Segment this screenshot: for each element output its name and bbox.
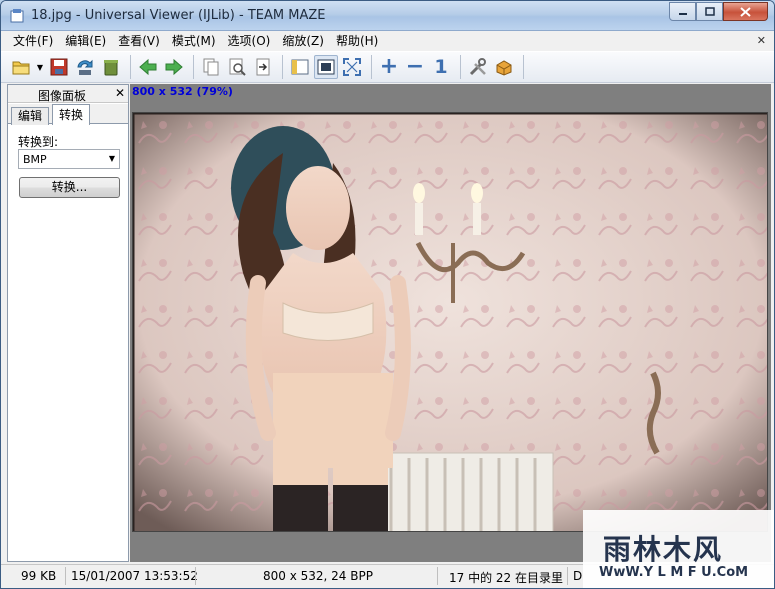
menu-view[interactable]: 查看(V) <box>112 31 166 51</box>
back-icon <box>139 58 157 76</box>
panel-close-icon[interactable]: ✕ <box>115 86 125 100</box>
panel-icon <box>291 59 309 75</box>
toolbar: ▼ + − 1 <box>1 51 774 83</box>
save-as-button[interactable] <box>73 55 97 79</box>
maximize-icon <box>704 7 715 16</box>
copy-icon <box>203 58 219 76</box>
menu-mode[interactable]: 模式(M) <box>166 31 222 51</box>
fullscreen-button[interactable] <box>340 55 364 79</box>
menu-zoom[interactable]: 缩放(Z) <box>276 31 330 51</box>
preview-icon <box>229 58 246 76</box>
recycle-button[interactable] <box>99 55 123 79</box>
convert-to-label: 转换到: <box>18 135 59 149</box>
zoom-out-icon: − <box>405 54 425 79</box>
open-icon <box>12 61 30 75</box>
tab-convert[interactable]: 转换 <box>52 104 91 125</box>
title-bar[interactable]: 18.jpg - Universal Viewer (IJLib) - TEAM… <box>1 1 774 31</box>
plugin-button[interactable] <box>492 55 516 79</box>
maximize-button[interactable] <box>696 2 723 21</box>
save-icon <box>50 58 68 76</box>
status-position: 17 中的 22 在目录里 <box>449 571 563 585</box>
forward-button[interactable] <box>162 55 186 79</box>
save-button[interactable] <box>47 55 71 79</box>
status-file-size: 99 KB <box>21 569 57 583</box>
toolbar-separator <box>282 55 283 79</box>
toolbar-separator <box>460 55 461 79</box>
open-button[interactable] <box>9 55 33 79</box>
toolbar-separator <box>193 55 194 79</box>
status-dimensions: 800 x 532, 24 BPP <box>263 569 373 583</box>
zoom-in-icon: + <box>379 54 399 79</box>
format-select[interactable]: BMP ▼ <box>18 149 120 169</box>
image-viewer[interactable]: 800 x 532 (79%) <box>130 84 771 562</box>
fit-window-icon <box>317 59 335 75</box>
menubar-close-icon[interactable]: ✕ <box>757 34 766 47</box>
panel-button[interactable] <box>288 55 312 79</box>
tools-button[interactable] <box>466 55 490 79</box>
photo-image <box>133 113 767 531</box>
toolbar-separator <box>130 55 131 79</box>
save-as-icon <box>77 59 93 75</box>
watermark-url: WwW.Y L M F U.CoM <box>599 565 749 580</box>
panel-tabs: 编辑 转换 <box>8 104 128 125</box>
actual-size-icon: 1 <box>434 56 448 78</box>
tab-edit[interactable]: 编辑 <box>11 107 50 125</box>
status-divider <box>437 567 438 585</box>
image-panel: 图像面板 ✕ 编辑 转换 转换到: BMP ▼ 转换... <box>7 84 129 562</box>
watermark: 雨林木风 WwW.Y L M F U.CoM <box>583 510 774 588</box>
toolbar-separator <box>371 55 372 79</box>
status-divider <box>567 567 568 585</box>
fullscreen-icon <box>343 58 361 76</box>
menu-edit[interactable]: 编辑(E) <box>59 31 112 51</box>
menu-help[interactable]: 帮助(H) <box>330 31 384 51</box>
zoom-in-button[interactable]: + <box>377 55 401 79</box>
displayed-photo[interactable] <box>132 112 768 532</box>
image-info: 800 x 532 (79%) <box>132 85 233 98</box>
window-title: 18.jpg - Universal Viewer (IJLib) - TEAM… <box>31 8 326 23</box>
close-icon <box>740 6 751 17</box>
close-button[interactable] <box>723 2 768 21</box>
recycle-icon <box>104 60 118 76</box>
fit-window-button[interactable] <box>314 55 338 79</box>
status-divider <box>65 567 66 585</box>
app-icon <box>10 9 24 23</box>
back-button[interactable] <box>136 55 160 79</box>
menu-bar: 文件(F) 编辑(E) 查看(V) 模式(M) 选项(O) 缩放(Z) 帮助(H… <box>1 31 774 51</box>
panel-header: 图像面板 ✕ <box>8 85 128 103</box>
status-extra: D <box>573 569 583 583</box>
toolbar-separator <box>523 55 524 79</box>
chevron-down-icon: ▼ <box>108 154 115 163</box>
export-icon <box>256 58 270 76</box>
app-window: 18.jpg - Universal Viewer (IJLib) - TEAM… <box>0 0 775 589</box>
watermark-text: 雨林木风 <box>603 533 724 566</box>
window-controls <box>669 2 768 21</box>
minimize-button[interactable] <box>669 2 696 21</box>
menu-file[interactable]: 文件(F) <box>7 31 59 51</box>
forward-icon <box>165 58 183 76</box>
plugin-icon <box>496 60 512 76</box>
convert-button[interactable]: 转换... <box>19 177 120 198</box>
open-dropdown-icon[interactable]: ▼ <box>35 55 45 79</box>
format-select-value: BMP <box>23 153 47 166</box>
tools-icon <box>469 58 486 76</box>
panel-title: 图像面板 <box>37 89 86 103</box>
copy-button[interactable] <box>199 55 223 79</box>
status-date: 15/01/2007 13:53:52 <box>71 569 198 583</box>
export-button[interactable] <box>251 55 275 79</box>
zoom-out-button[interactable]: − <box>403 55 427 79</box>
menu-options[interactable]: 选项(O) <box>222 31 277 51</box>
minimize-icon <box>678 12 687 15</box>
actual-size-button[interactable]: 1 <box>429 55 453 79</box>
status-divider <box>195 567 196 585</box>
preview-button[interactable] <box>225 55 249 79</box>
